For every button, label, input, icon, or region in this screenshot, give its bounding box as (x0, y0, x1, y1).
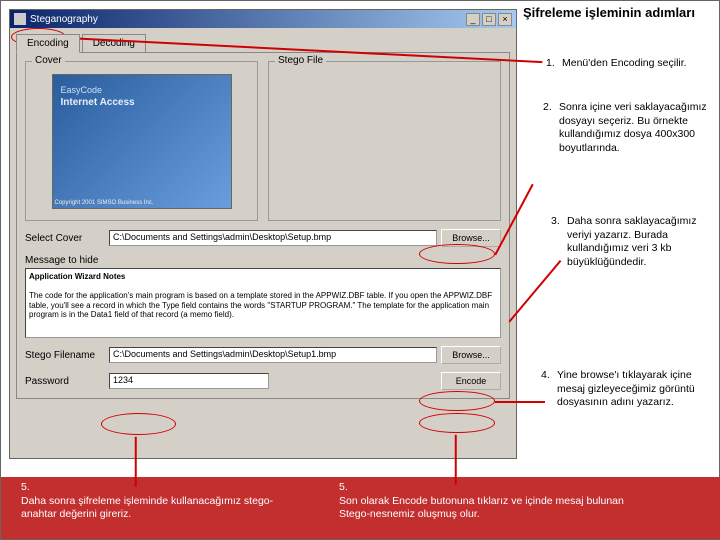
annot-oval-browse2 (419, 391, 495, 411)
step-1: 1. Menü'den Encoding seçilir. (546, 57, 714, 71)
thumb-caption: Copyright 2001 SIMSO Business Inc. (55, 200, 154, 206)
stego-filename-row: Stego Filename C:\Documents and Settings… (25, 346, 501, 364)
red-footer-bar: 5. Daha sonra şifreleme işleminde kullan… (1, 477, 720, 539)
stego-filename-input[interactable]: C:\Documents and Settings\admin\Desktop\… (109, 347, 437, 363)
cover-thumbnail: EasyCode Internet Access Copyright 2001 … (52, 74, 232, 209)
tab-encoding[interactable]: Encoding (16, 34, 80, 53)
arrow-6 (455, 435, 457, 485)
minimize-button[interactable]: _ (466, 13, 480, 26)
panels-row: Cover EasyCode Internet Access Copyright… (25, 61, 501, 221)
select-cover-input[interactable]: C:\Documents and Settings\admin\Desktop\… (109, 230, 437, 246)
password-row: Password 1234 Encode (25, 372, 501, 390)
browse-stego-button[interactable]: Browse... (441, 346, 501, 364)
app-body: Encoding Decoding Cover EasyCode Interne… (10, 28, 516, 405)
stego-panel-inner (273, 66, 496, 216)
step-6-text: Son olarak Encode butonuna tıklarız ve i… (339, 495, 639, 522)
message-textarea[interactable]: Application Wizard Notes The code for th… (25, 268, 501, 338)
maximize-button[interactable]: □ (482, 13, 496, 26)
annot-oval-encode (419, 413, 495, 433)
encode-button[interactable]: Encode (441, 372, 501, 390)
arrow-4 (495, 401, 545, 403)
app-icon (14, 13, 26, 25)
step-5-text: Daha sonra şifreleme işleminde kullanaca… (21, 495, 291, 522)
textarea-body: The code for the application's main prog… (29, 291, 492, 319)
password-input[interactable]: 1234 (109, 373, 269, 389)
textarea-title: Application Wizard Notes (29, 272, 497, 282)
password-label: Password (25, 376, 105, 387)
tab-content: Cover EasyCode Internet Access Copyright… (16, 52, 510, 399)
step-2: 2. Sonra içine veri saklayacağımız dosya… (543, 101, 715, 156)
cover-panel: Cover EasyCode Internet Access Copyright… (25, 61, 258, 221)
step-6-right: 5. Son olarak Encode butonuna tıklarız v… (339, 481, 639, 522)
arrow-5 (135, 437, 137, 487)
annot-oval-browse1 (419, 244, 495, 264)
step-1-num: 1. (546, 57, 562, 71)
window-buttons: _ □ × (466, 13, 512, 26)
step-6-num: 5. (339, 481, 639, 495)
cover-panel-inner: EasyCode Internet Access Copyright 2001 … (30, 66, 253, 216)
thumb-text2: Internet Access (61, 97, 135, 108)
tab-decoding[interactable]: Decoding (82, 34, 146, 52)
step-5-left: 5. Daha sonra şifreleme işleminde kullan… (21, 481, 291, 522)
step-4-text: Yine browse'ı tıklayarak içine mesaj giz… (557, 369, 717, 410)
select-cover-label: Select Cover (25, 233, 105, 244)
tabs-wrap: Encoding Decoding Cover EasyCode Interne… (16, 34, 510, 399)
stego-panel: Stego File (268, 61, 501, 221)
select-cover-row: Select Cover C:\Documents and Settings\a… (25, 229, 501, 247)
window-title: Steganography (30, 14, 98, 25)
cover-panel-label: Cover (32, 55, 65, 66)
instructions-title: Şifreleme işleminin adımları (523, 5, 715, 21)
step-3: 3. Daha sonra saklayacağımız veriyi yaza… (551, 215, 715, 270)
stego-filename-label: Stego Filename (25, 350, 105, 361)
thumb-text1: EasyCode (61, 85, 103, 95)
close-button[interactable]: × (498, 13, 512, 26)
step-2-text: Sonra içine veri saklayacağımız dosyayı … (559, 101, 715, 156)
titlebar: Steganography _ □ × (10, 10, 516, 28)
step-5-num: 5. (21, 481, 291, 495)
stego-panel-label: Stego File (275, 55, 326, 66)
annot-oval-password (101, 413, 176, 435)
step-2-num: 2. (543, 101, 559, 156)
step-4-num: 4. (541, 369, 557, 410)
slide-root: Steganography _ □ × Encoding Decoding Co… (0, 0, 720, 540)
step-3-text: Daha sonra saklayacağımız veriyi yazarız… (567, 215, 715, 270)
tabs: Encoding Decoding (16, 34, 510, 52)
step-1-text: Menü'den Encoding seçilir. (562, 57, 687, 71)
step-4: 4. Yine browse'ı tıklayarak içine mesaj … (541, 369, 717, 410)
